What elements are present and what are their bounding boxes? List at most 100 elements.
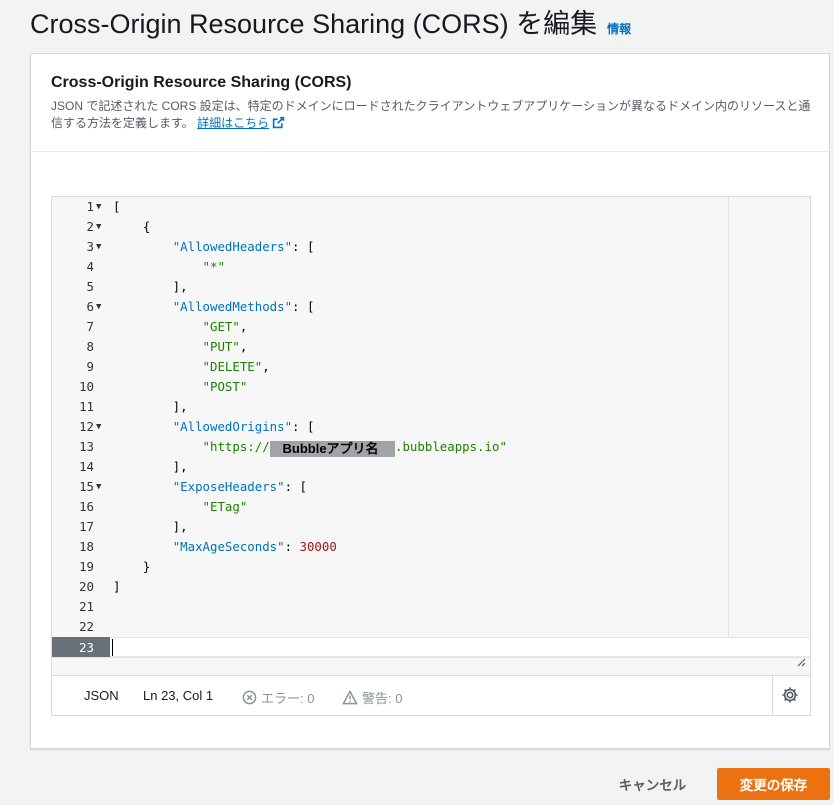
code-token: .bubbleapps.io"	[395, 439, 507, 454]
code-line[interactable]: 2 ▼ {	[52, 217, 810, 237]
code-token: ],	[113, 279, 188, 294]
settings-gear-icon[interactable]	[781, 686, 799, 707]
code-line[interactable]: 20]	[52, 577, 810, 597]
code-token: "GET"	[202, 319, 240, 334]
json-code-editor[interactable]: 1 ▼[2 ▼ {3 ▼ "AllowedHeaders": [4 "*" 5 ], 6 ▼…	[51, 196, 811, 716]
error-label: エラー: 0	[261, 691, 315, 706]
code-line[interactable]: 12 ▼ "AllowedOrigins": [	[52, 417, 810, 437]
horizontal-scrollbar[interactable]	[52, 657, 810, 675]
code-text: "https:// Bubbleアプリ名 .bubbleapps.io"	[113, 437, 507, 457]
line-number: 5	[86, 279, 94, 294]
code-line[interactable]: 1 ▼ [	[52, 197, 810, 217]
code-token: 30000	[299, 539, 337, 554]
fold-toggle-icon[interactable]: ▼	[96, 217, 101, 237]
code-token: : [	[292, 299, 315, 314]
line-number: 6	[86, 299, 94, 314]
code-token: "ExposeHeaders"	[172, 479, 285, 494]
save-changes-button[interactable]: 変更の保存	[717, 768, 830, 800]
code-text: ],	[113, 457, 188, 477]
panel-description: JSON で記述された CORS 設定は、特定のドメインにロードされたクライアン…	[51, 98, 811, 134]
line-number: 4	[86, 259, 94, 274]
code-token: ,	[239, 339, 248, 354]
code-token: : [	[292, 419, 315, 434]
code-token: "AllowedHeaders"	[172, 239, 293, 254]
code-line[interactable]: 23	[52, 637, 810, 657]
line-number: 16	[79, 499, 94, 514]
code-text: ],	[113, 397, 188, 417]
code-token: : [	[284, 479, 307, 494]
line-number: 23	[79, 640, 94, 655]
code-line[interactable]: 15 ▼ "ExposeHeaders": [	[52, 477, 810, 497]
code-line[interactable]: 8 "PUT",	[52, 337, 810, 357]
code-text: "*"	[113, 257, 225, 277]
code-token: : [	[292, 239, 315, 254]
code-line[interactable]: 18 "MaxAgeSeconds": 30000	[52, 537, 810, 557]
cancel-button[interactable]: キャンセル	[605, 768, 700, 800]
fold-toggle-icon[interactable]: ▼	[96, 417, 101, 437]
code-line[interactable]: 21	[52, 597, 810, 617]
code-token: ,	[239, 319, 248, 334]
line-number: 22	[79, 619, 94, 634]
fold-toggle-icon[interactable]: ▼	[96, 477, 101, 497]
code-line[interactable]: 9 "DELETE",	[52, 357, 810, 377]
code-line[interactable]: 13 "https:// Bubbleアプリ名 .bubbleapps.io"	[52, 437, 810, 457]
line-number: 12	[79, 419, 94, 434]
warning-icon	[342, 690, 358, 705]
code-token: ]	[113, 579, 121, 594]
fold-toggle-icon[interactable]: ▼	[96, 297, 101, 317]
learn-more-link[interactable]: 詳細はこちら	[197, 116, 269, 130]
code-token: "ETag"	[202, 499, 248, 514]
code-area[interactable]: 1 ▼[2 ▼ {3 ▼ "AllowedHeaders": [4 "*" 5 ], 6 ▼…	[52, 197, 810, 675]
settings-divider	[772, 676, 773, 716]
code-line[interactable]: 14 ],	[52, 457, 810, 477]
panel-title: Cross-Origin Resource Sharing (CORS)	[51, 74, 352, 91]
fold-toggle-icon[interactable]: ▼	[96, 237, 101, 257]
description-text: JSON で記述された CORS 設定は、特定のドメインにロードされたクライアン…	[51, 99, 811, 130]
code-line[interactable]: 17 ],	[52, 517, 810, 537]
code-token: [	[113, 199, 121, 214]
code-line[interactable]: 10 "POST"	[52, 377, 810, 397]
language-mode: JSON	[84, 688, 119, 703]
fold-toggle-icon[interactable]: ▼	[96, 197, 101, 217]
line-number: 11	[79, 399, 94, 414]
warning-count[interactable]: 警告: 0	[342, 688, 402, 707]
code-text: "POST"	[113, 377, 248, 397]
resize-handle-icon[interactable]	[794, 654, 806, 672]
code-line[interactable]: 3 ▼ "AllowedHeaders": [	[52, 237, 810, 257]
code-token: :	[284, 539, 300, 554]
code-text: "DELETE",	[113, 357, 270, 377]
code-text: "MaxAgeSeconds": 30000	[113, 537, 337, 557]
cursor-position: Ln 23, Col 1	[143, 688, 214, 703]
code-token: ],	[113, 399, 188, 414]
error-count[interactable]: エラー: 0	[242, 688, 314, 707]
code-line[interactable]: 11 ],	[52, 397, 810, 417]
code-line[interactable]: 16 "ETag"	[52, 497, 810, 517]
code-token: "AllowedOrigins"	[172, 419, 293, 434]
line-number: 14	[79, 459, 94, 474]
code-line[interactable]: 4 "*"	[52, 257, 810, 277]
code-line[interactable]: 6 ▼ "AllowedMethods": [	[52, 297, 810, 317]
text-cursor	[112, 639, 113, 656]
code-line[interactable]: 7 "GET",	[52, 317, 810, 337]
cors-panel: Cross-Origin Resource Sharing (CORS) JSO…	[30, 53, 830, 749]
code-line[interactable]: 22	[52, 617, 810, 637]
code-line[interactable]: 5 ],	[52, 277, 810, 297]
code-text: "ETag"	[113, 497, 248, 517]
code-text: "ExposeHeaders": [	[113, 477, 307, 497]
line-number: 21	[79, 599, 94, 614]
code-line[interactable]: 19 }	[52, 557, 810, 577]
code-token: "DELETE"	[202, 359, 263, 374]
error-icon	[242, 690, 257, 705]
line-number: 7	[86, 319, 94, 334]
external-link-icon[interactable]	[272, 116, 285, 134]
code-text: }	[113, 557, 150, 577]
info-link[interactable]: 情報	[607, 20, 631, 37]
code-text: "GET",	[113, 317, 248, 337]
